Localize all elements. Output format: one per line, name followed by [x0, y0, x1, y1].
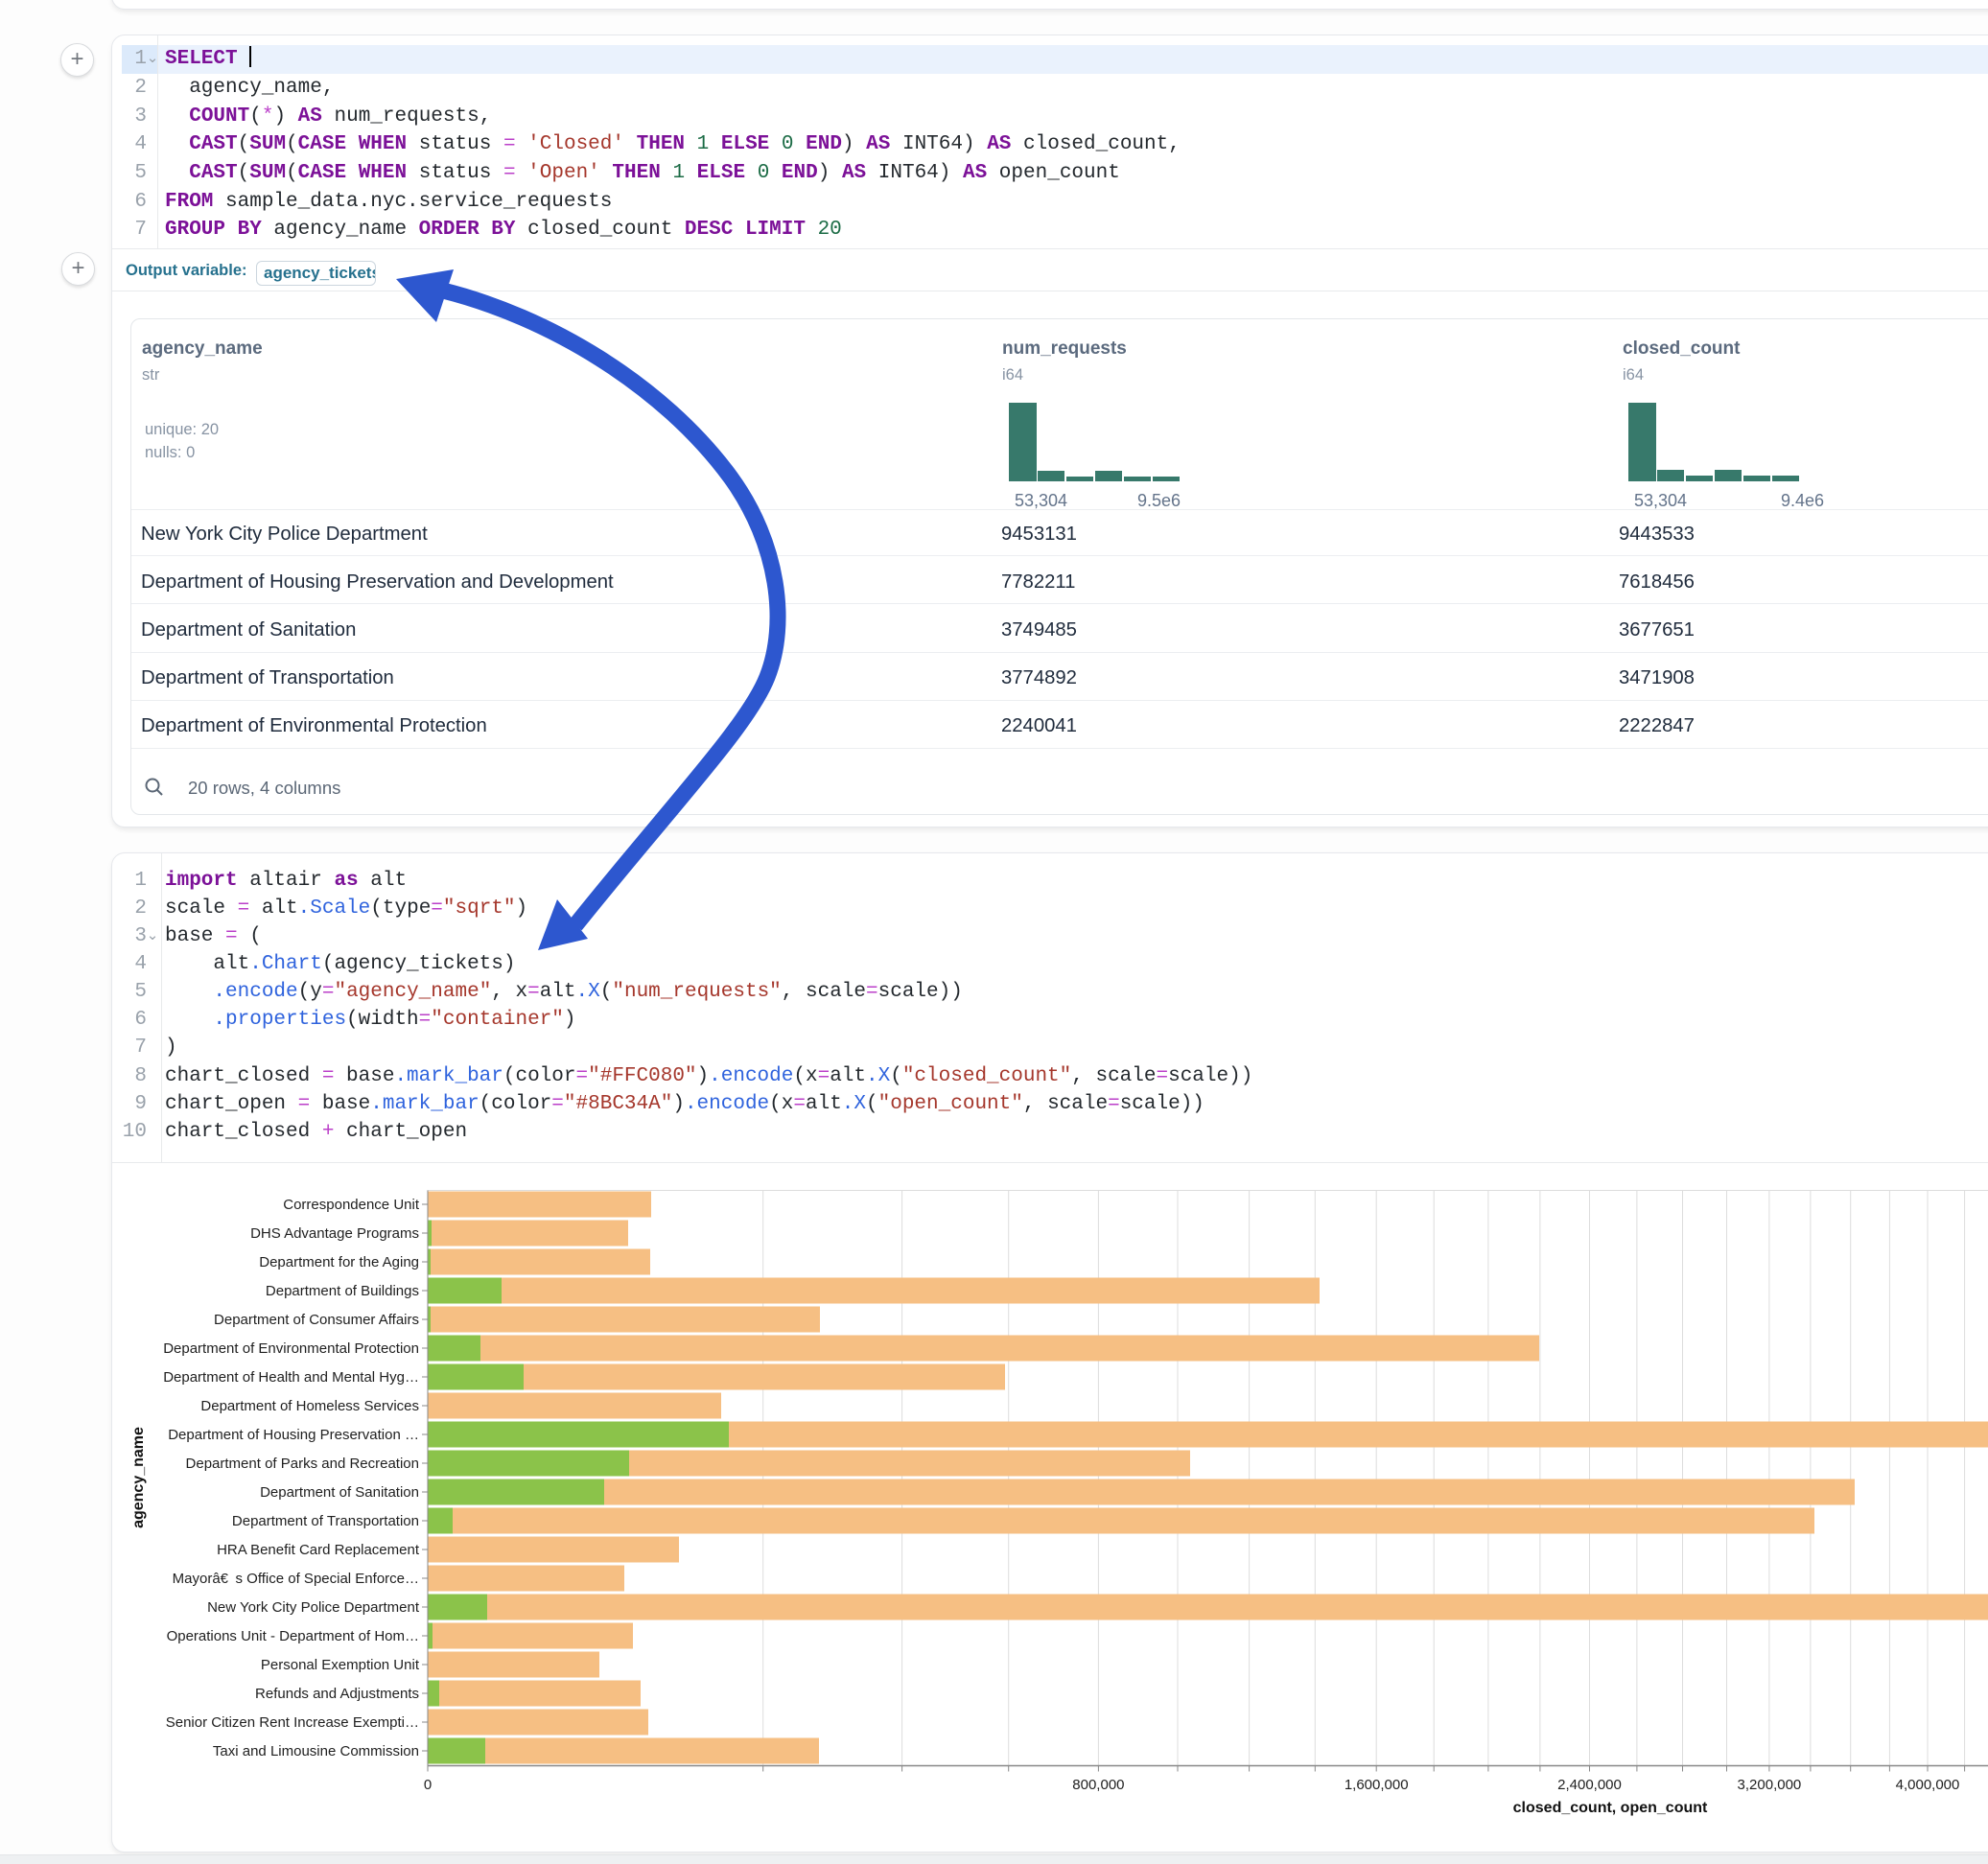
svg-text:New York City Police Departmen: New York City Police Department [207, 1599, 420, 1616]
svg-text:closed_count, open_count: closed_count, open_count [1513, 1800, 1708, 1816]
svg-text:4,000,000: 4,000,000 [1896, 1777, 1960, 1793]
svg-text:Personal Exemption Unit: Personal Exemption Unit [261, 1657, 420, 1673]
svg-text:3,200,000: 3,200,000 [1738, 1777, 1802, 1793]
svg-text:Department of Housing Preserva: Department of Housing Preservation … [168, 1427, 419, 1443]
svg-text:Department of Parks and Recrea: Department of Parks and Recreation [186, 1456, 419, 1472]
svg-text:0: 0 [424, 1777, 432, 1793]
svg-text:1,600,000: 1,600,000 [1345, 1777, 1409, 1793]
svg-text:HRA Benefit Card Replacement: HRA Benefit Card Replacement [217, 1542, 420, 1558]
svg-text:Department of Sanitation: Department of Sanitation [260, 1484, 419, 1501]
svg-text:Department of Transportation: Department of Transportation [232, 1513, 419, 1529]
svg-text:DHS Advantage Programs: DHS Advantage Programs [250, 1225, 419, 1242]
svg-text:800,000: 800,000 [1072, 1777, 1124, 1793]
svg-text:2,400,000: 2,400,000 [1557, 1777, 1622, 1793]
svg-text:Department of Buildings: Department of Buildings [266, 1283, 419, 1299]
svg-text:Operations Unit - Department o: Operations Unit - Department of Hom… [167, 1628, 419, 1644]
svg-text:Department of Environmental Pr: Department of Environmental Protection [163, 1340, 419, 1357]
svg-text:Mayorâ€ s Office of Special En: Mayorâ€ s Office of Special Enforce… [173, 1571, 419, 1587]
svg-text:Department for the Aging: Department for the Aging [259, 1254, 419, 1270]
svg-text:Correspondence Unit: Correspondence Unit [283, 1197, 420, 1213]
svg-text:Department of Homeless Service: Department of Homeless Services [200, 1398, 419, 1414]
svg-text:agency_name: agency_name [130, 1427, 147, 1528]
svg-text:Department of Consumer Affairs: Department of Consumer Affairs [214, 1312, 419, 1328]
svg-text:Taxi and Limousine Commission: Taxi and Limousine Commission [213, 1743, 419, 1759]
svg-text:Senior Citizen Rent Increase E: Senior Citizen Rent Increase Exempti… [166, 1714, 419, 1731]
svg-text:Refunds and Adjustments: Refunds and Adjustments [255, 1686, 419, 1702]
svg-text:Department of Health and Menta: Department of Health and Mental Hyg… [163, 1369, 419, 1386]
